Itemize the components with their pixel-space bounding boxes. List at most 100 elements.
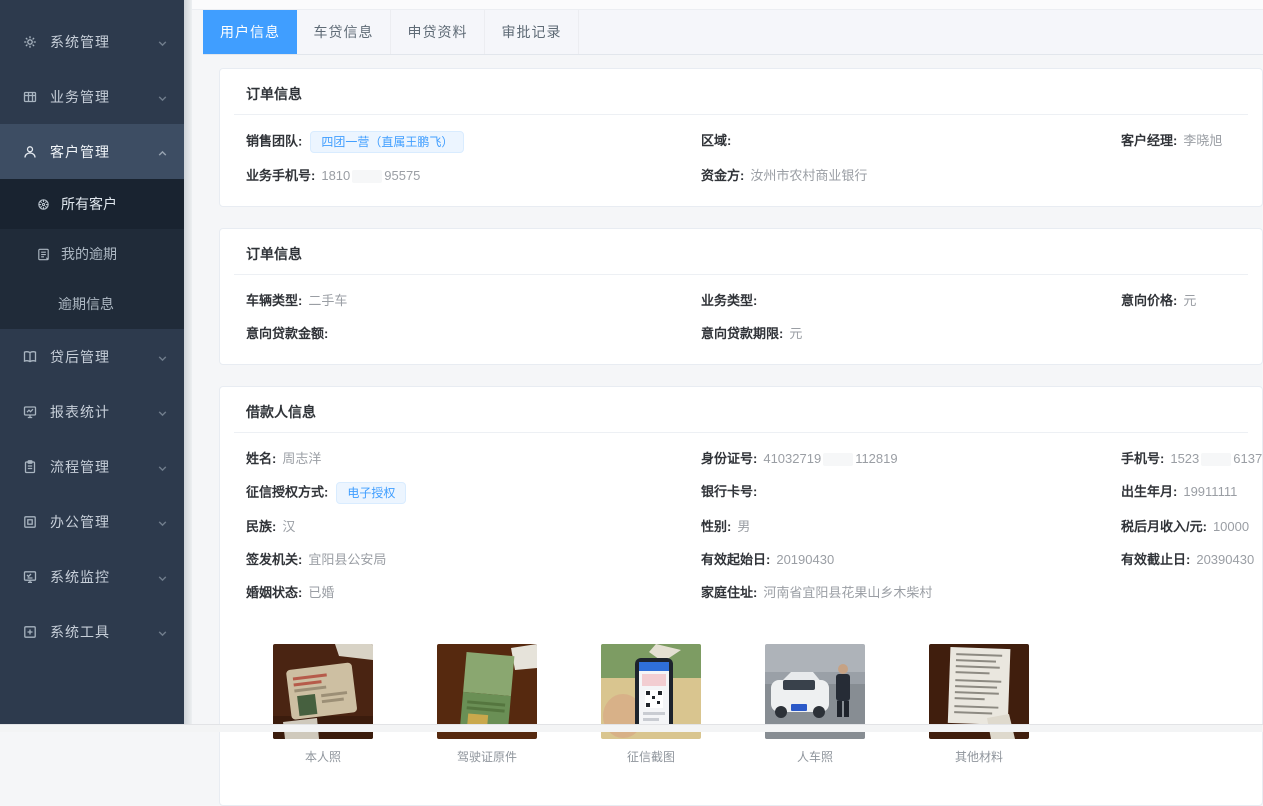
box-plus-icon	[22, 624, 38, 640]
sidebar-item-system-monitoring[interactable]: 系统监控	[0, 549, 184, 604]
tab-approval-records[interactable]: 审批记录	[485, 10, 579, 54]
field-label: 客户经理:	[1121, 133, 1177, 148]
chevron-down-icon	[157, 406, 168, 417]
field-value: 6137	[1233, 451, 1262, 466]
sidebar-item-office-management[interactable]: 办公管理	[0, 494, 184, 549]
field-value: 20390430	[1196, 552, 1254, 567]
field-value: 已婚	[308, 585, 334, 600]
sidebar-item-all-customers[interactable]: 所有客户	[0, 179, 184, 229]
field-intent-price: 意向价格:元	[1121, 291, 1262, 311]
field-value: 10000	[1213, 519, 1249, 534]
field-value: 河南省宜阳县花果山乡木柴村	[763, 585, 932, 600]
field-label: 意向贷款期限:	[701, 326, 783, 341]
field-birth-date: 出生年月: 19911111	[1121, 482, 1262, 504]
field-label: 意向价格:	[1121, 293, 1177, 308]
field-credit-auth: 征信授权方式:电子授权	[246, 482, 701, 504]
chevron-down-icon	[157, 516, 168, 527]
field-intent-loan-term: 意向贷款期限:元	[701, 324, 1121, 344]
sidebar-item-label: 系统工具	[50, 622, 157, 642]
sidebar-item-customer-management[interactable]: 客户管理	[0, 124, 184, 179]
sidebar-item-label: 逾期信息	[58, 294, 114, 314]
monitor-check-icon	[22, 569, 38, 585]
sidebar-item-label: 贷后管理	[50, 347, 157, 367]
field-value: 19911111	[1183, 484, 1237, 499]
photo-id-card[interactable]: 本人照	[273, 644, 373, 765]
card-title: 订单信息	[220, 69, 1262, 114]
field-empty	[1121, 583, 1262, 603]
sidebar-item-label: 客户管理	[50, 142, 157, 162]
sidebar-item-report-statistics[interactable]: 报表统计	[0, 384, 184, 439]
field-value: 112819	[855, 451, 897, 466]
order-info-card-1: 订单信息 销售团队:四团一营（直属王鹏飞） 区域: 客户经理:李晓旭 业务手机号…	[219, 68, 1263, 207]
card-title: 借款人信息	[220, 387, 1262, 432]
sidebar-item-overdue-info[interactable]: 逾期信息	[0, 279, 184, 329]
book-icon	[22, 349, 38, 365]
photo-caption: 征信截图	[601, 748, 701, 765]
square-icon	[22, 514, 38, 530]
card-title: 订单信息	[220, 229, 1262, 274]
monitor-icon	[22, 404, 38, 420]
chevron-down-icon	[157, 626, 168, 637]
top-spacer	[192, 0, 1263, 10]
wheel-icon	[36, 197, 51, 212]
field-label: 有效起始日:	[701, 552, 770, 567]
field-value: 1810	[321, 168, 350, 183]
photo-caption: 本人照	[273, 748, 373, 765]
photo-person-with-car[interactable]: 人车照	[765, 644, 865, 765]
credit-auth-tag: 电子授权	[336, 482, 406, 504]
field-issuing-authority: 签发机关:宜阳县公安局	[246, 550, 701, 570]
field-valid-to: 有效截止日:20390430	[1121, 550, 1262, 570]
field-label: 民族:	[246, 519, 276, 534]
field-funder: 资金方:汝州市农村商业银行	[701, 166, 1121, 186]
sidebar-item-process-management[interactable]: 流程管理	[0, 439, 184, 494]
field-label: 银行卡号:	[701, 484, 757, 499]
redaction-blur	[1201, 453, 1231, 466]
field-vehicle-type: 车辆类型:二手车	[246, 291, 701, 311]
field-label: 手机号:	[1121, 451, 1164, 466]
field-id-number: 身份证号: 41032719 112819	[701, 449, 1121, 469]
sidebar-item-post-loan-management[interactable]: 贷后管理	[0, 329, 184, 384]
tab-user-info[interactable]: 用户信息	[203, 10, 297, 54]
field-empty	[1121, 166, 1262, 186]
grid-icon	[22, 89, 38, 105]
document-photos: 本人照 驾驶证原件	[220, 623, 1262, 805]
field-label: 税后月收入/元:	[1121, 519, 1207, 534]
photo-caption: 人车照	[765, 748, 865, 765]
tab-car-loan-info[interactable]: 车贷信息	[297, 10, 391, 54]
field-value: 李晓旭	[1183, 133, 1222, 148]
photo-caption: 其他材料	[929, 748, 1029, 765]
tab-label: 用户信息	[220, 22, 280, 42]
field-label: 性别:	[701, 519, 731, 534]
chevron-down-icon	[157, 571, 168, 582]
field-home-address: 家庭住址:河南省宜阳县花果山乡木柴村	[701, 583, 1121, 603]
sidebar-item-label: 流程管理	[50, 457, 157, 477]
field-label: 出生年月:	[1121, 484, 1177, 499]
order-info-card-2: 订单信息 车辆类型:二手车 业务类型: 意向价格:元 意向贷款金额: 意向贷款期…	[219, 228, 1263, 365]
photo-other-materials[interactable]: 其他材料	[929, 644, 1029, 765]
ledger-icon	[36, 247, 51, 262]
field-value: 41032719	[763, 451, 821, 466]
borrower-info-card: 借款人信息 姓名:周志洋 身份证号:41032719112819 手机号:152…	[219, 386, 1263, 806]
gear-icon	[22, 34, 38, 50]
field-valid-from: 有效起始日:20190430	[701, 550, 1121, 570]
photo-caption: 驾驶证原件	[437, 748, 537, 765]
tab-label: 车贷信息	[314, 22, 374, 42]
field-name: 姓名:周志洋	[246, 449, 701, 469]
tab-loan-application-docs[interactable]: 申贷资料	[391, 10, 485, 54]
field-label: 身份证号:	[701, 451, 757, 466]
sidebar-item-business-management[interactable]: 业务管理	[0, 69, 184, 124]
field-region: 区域:	[701, 131, 1121, 153]
sidebar-item-system-tools[interactable]: 系统工具	[0, 604, 184, 659]
field-empty	[1121, 324, 1262, 344]
sidebar-item-my-overdue[interactable]: 我的逾期	[0, 229, 184, 279]
photo-credit-screenshot[interactable]: 征信截图	[601, 644, 701, 765]
field-value: 宜阳县公安局	[308, 552, 386, 567]
sidebar-item-label: 报表统计	[50, 402, 157, 422]
chevron-down-icon	[157, 91, 168, 102]
user-icon	[22, 144, 38, 160]
sidebar-item-label: 业务管理	[50, 87, 157, 107]
sidebar-item-system-management[interactable]: 系统管理	[0, 14, 184, 69]
sidebar-item-label: 所有客户	[61, 194, 117, 214]
photo-drivers-license[interactable]: 驾驶证原件	[437, 644, 537, 765]
sidebar-scrollbar[interactable]	[184, 0, 192, 732]
